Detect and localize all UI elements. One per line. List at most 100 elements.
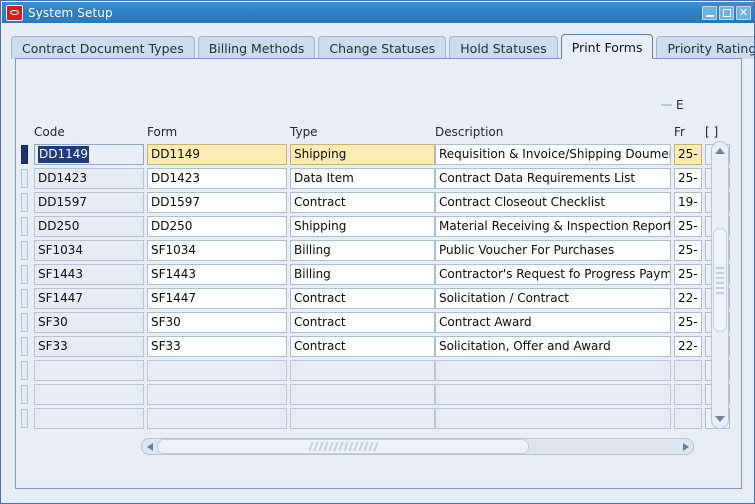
cell-code[interactable]: SF1034 (34, 240, 144, 261)
cell-code[interactable]: DD1597 (34, 192, 144, 213)
record-indicator[interactable] (21, 169, 28, 188)
cell-from[interactable] (674, 384, 702, 405)
table-row[interactable]: DD1149 DD1149 Shipping Requisition & Invoic… (21, 143, 736, 167)
record-indicator[interactable] (21, 241, 28, 260)
record-indicator[interactable] (21, 385, 28, 404)
cell-type[interactable]: Billing (290, 264, 435, 285)
tab-priority-ratings[interactable]: Priority Ratings (656, 36, 754, 59)
cell-code[interactable] (34, 408, 144, 429)
cell-description[interactable]: Solicitation / Contract (435, 288, 671, 309)
cell-from[interactable]: 25- (674, 312, 702, 333)
cell-form[interactable]: DD1149 (147, 144, 287, 165)
vertical-scrollbar-thumb[interactable] (713, 228, 727, 332)
table-row[interactable]: SF30 SF30 Contract Contract Award 25- (21, 311, 736, 335)
cell-from[interactable]: 22- (674, 288, 702, 309)
close-button[interactable]: ✕ (736, 5, 751, 20)
table-row[interactable] (21, 407, 736, 431)
cell-form[interactable] (147, 408, 287, 429)
scroll-left-arrow-icon[interactable] (142, 439, 157, 454)
cell-form[interactable]: SF1447 (147, 288, 287, 309)
tab-contract-document-types[interactable]: Contract Document Types (11, 36, 195, 59)
cell-type[interactable]: Contract (290, 312, 435, 333)
table-row[interactable]: SF33 SF33 Contract Solicitation, Offer and … (21, 335, 736, 359)
cell-from[interactable]: 25- (674, 240, 702, 261)
cell-code[interactable]: DD1423 (34, 168, 144, 189)
vertical-scrollbar[interactable] (711, 141, 729, 429)
record-indicator[interactable] (21, 145, 28, 164)
cell-description[interactable]: Contractor's Request fo Progress Payme (435, 264, 671, 285)
cell-form[interactable] (147, 360, 287, 381)
record-indicator[interactable] (21, 313, 28, 332)
cell-code[interactable] (34, 384, 144, 405)
cell-code[interactable]: DD1149 (34, 144, 144, 165)
cell-form[interactable]: SF1034 (147, 240, 287, 261)
cell-form[interactable]: DD1597 (147, 192, 287, 213)
cell-code[interactable]: SF33 (34, 336, 144, 357)
cell-from[interactable] (674, 408, 702, 429)
cell-type[interactable]: Shipping (290, 144, 435, 165)
cell-type[interactable]: Contract (290, 336, 435, 357)
cell-type[interactable] (290, 408, 435, 429)
scroll-right-arrow-icon[interactable] (678, 439, 693, 454)
table-row[interactable]: SF1034 SF1034 Billing Public Voucher For Pu… (21, 239, 736, 263)
cell-code[interactable]: SF1447 (34, 288, 144, 309)
cell-from[interactable]: 25- (674, 144, 702, 165)
cell-description[interactable]: Contract Closeout Checklist (435, 192, 671, 213)
table-row[interactable]: DD250 DD250 Shipping Material Receiving & I… (21, 215, 736, 239)
cell-description[interactable]: Public Voucher For Purchases (435, 240, 671, 261)
table-row[interactable]: DD1423 DD1423 Data Item Contract Data Requi… (21, 167, 736, 191)
cell-code[interactable]: SF1443 (34, 264, 144, 285)
cell-form[interactable]: SF1443 (147, 264, 287, 285)
horizontal-scrollbar-track[interactable] (157, 439, 678, 454)
cell-form[interactable]: SF30 (147, 312, 287, 333)
scroll-up-arrow-icon[interactable] (712, 143, 728, 159)
cell-description[interactable] (435, 384, 671, 405)
cell-type[interactable] (290, 384, 435, 405)
table-row[interactable]: DD1597 DD1597 Contract Contract Closeout Ch… (21, 191, 736, 215)
cell-description[interactable]: Contract Award (435, 312, 671, 333)
cell-description[interactable]: Requisition & Invoice/Shipping Douments (435, 144, 671, 165)
cell-from[interactable]: 25- (674, 264, 702, 285)
cell-description[interactable]: Contract Data Requirements List (435, 168, 671, 189)
record-indicator[interactable] (21, 337, 28, 356)
tab-billing-methods[interactable]: Billing Methods (197, 36, 316, 59)
cell-from[interactable]: 22- (674, 336, 702, 357)
cell-form[interactable]: SF33 (147, 336, 287, 357)
cell-type[interactable]: Contract (290, 192, 435, 213)
cell-form[interactable] (147, 384, 287, 405)
record-indicator[interactable] (21, 361, 28, 380)
record-indicator[interactable] (21, 289, 28, 308)
cell-form[interactable]: DD250 (147, 216, 287, 237)
cell-from[interactable]: 19- (674, 192, 702, 213)
record-indicator[interactable] (21, 409, 28, 428)
tab-print-forms[interactable]: Print Forms (560, 34, 654, 59)
table-row[interactable]: SF1443 SF1443 Billing Contractor's Request … (21, 263, 736, 287)
cell-description[interactable] (435, 360, 671, 381)
cell-from[interactable]: 25- (674, 168, 702, 189)
cell-description[interactable] (435, 408, 671, 429)
horizontal-scrollbar-thumb[interactable] (157, 439, 529, 454)
cell-code[interactable]: SF30 (34, 312, 144, 333)
cell-code[interactable] (34, 360, 144, 381)
cell-type[interactable]: Shipping (290, 216, 435, 237)
cell-type[interactable]: Contract (290, 288, 435, 309)
record-indicator[interactable] (21, 217, 28, 236)
tab-change-statuses[interactable]: Change Statuses (318, 36, 447, 59)
cell-type[interactable]: Billing (290, 240, 435, 261)
scroll-down-arrow-icon[interactable] (712, 411, 728, 427)
cell-from[interactable] (674, 360, 702, 381)
horizontal-scrollbar[interactable] (141, 438, 694, 455)
table-row[interactable] (21, 383, 736, 407)
record-indicator[interactable] (21, 265, 28, 284)
cell-type[interactable] (290, 360, 435, 381)
cell-from[interactable]: 25- (674, 216, 702, 237)
cell-description[interactable]: Solicitation, Offer and Award (435, 336, 671, 357)
cell-form[interactable]: DD1423 (147, 168, 287, 189)
cell-description[interactable]: Material Receiving & Inspection Report (435, 216, 671, 237)
record-indicator[interactable] (21, 193, 28, 212)
table-row[interactable]: SF1447 SF1447 Contract Solicitation / Contr… (21, 287, 736, 311)
cell-type[interactable]: Data Item (290, 168, 435, 189)
minimize-button[interactable] (702, 5, 717, 20)
maximize-button[interactable] (719, 5, 734, 20)
table-row[interactable] (21, 359, 736, 383)
